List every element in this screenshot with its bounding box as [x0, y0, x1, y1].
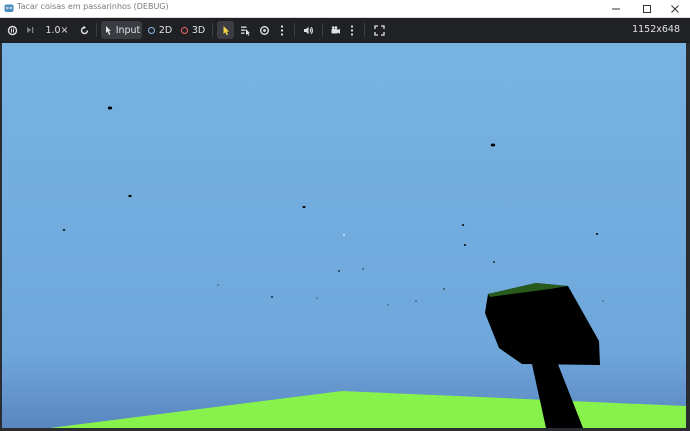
mode-3d-button[interactable]: 3D — [179, 21, 207, 39]
next-frame-button[interactable] — [22, 21, 38, 39]
select-mode-button[interactable] — [217, 21, 234, 39]
camera-override-button[interactable] — [327, 21, 344, 39]
toolbar-separator — [322, 23, 323, 37]
close-icon — [671, 4, 679, 13]
mode-2d-button[interactable]: 2D — [146, 21, 174, 39]
toolbar-separator — [96, 23, 97, 37]
game-debug-toolbar: 1.0× Input 2D 3D 1152x648 — [0, 18, 690, 42]
window-title: Tacar coisas em passarinhos (DEBUG) — [17, 2, 169, 11]
minimize-icon — [612, 8, 620, 9]
suspend-button[interactable] — [4, 21, 20, 39]
bird[interactable] — [362, 268, 364, 270]
bird[interactable] — [387, 304, 389, 306]
more-icon — [350, 24, 354, 36]
bird[interactable] — [62, 229, 66, 231]
input-icon — [105, 25, 111, 35]
bird[interactable] — [107, 106, 113, 110]
bird[interactable] — [338, 270, 340, 272]
crosshair — [343, 234, 345, 236]
toolbar-separator — [212, 23, 213, 37]
list-select-icon — [240, 26, 250, 36]
window-title-bar[interactable]: Tacar coisas em passarinhos (DEBUG) — [0, 0, 690, 18]
bird[interactable] — [316, 297, 318, 299]
reset-speed-icon — [80, 25, 88, 34]
game-viewport[interactable] — [2, 43, 686, 428]
camera-override-icon — [331, 25, 340, 34]
close-button[interactable] — [660, 0, 690, 17]
next-frame-icon — [27, 27, 34, 33]
bird[interactable] — [415, 300, 417, 302]
bird[interactable] — [128, 194, 132, 198]
bird[interactable] — [217, 284, 219, 286]
camera-eye-button[interactable] — [256, 21, 272, 39]
mode-3d-label: 3D — [191, 24, 206, 36]
bird[interactable] — [302, 206, 306, 208]
bird[interactable] — [602, 300, 604, 302]
minimize-button[interactable] — [601, 0, 631, 17]
maximize-button[interactable] — [632, 0, 662, 17]
bird[interactable] — [490, 143, 496, 147]
speed-label: 1.0× — [45, 24, 69, 36]
3d-node-icon — [180, 26, 188, 34]
more-options-button[interactable] — [276, 21, 288, 39]
bird[interactable] — [595, 233, 599, 235]
select-icon — [223, 25, 229, 35]
fullscreen-icon — [374, 24, 385, 36]
audio-button[interactable] — [300, 21, 317, 39]
input-label: Input — [115, 24, 141, 36]
camera-more-button[interactable] — [346, 21, 358, 39]
bird[interactable] — [461, 224, 465, 226]
resolution-readout: 1152x648 — [632, 24, 680, 35]
speed-button[interactable]: 1.0× — [44, 21, 70, 39]
maximize-icon — [643, 4, 651, 13]
camera-eye-icon — [259, 25, 269, 35]
2d-node-icon — [147, 26, 155, 34]
input-toggle-button[interactable]: Input — [101, 21, 142, 39]
reset-speed-button[interactable] — [76, 21, 92, 39]
bird[interactable] — [463, 244, 467, 246]
fullscreen-button[interactable] — [371, 21, 388, 39]
toolbar-separator — [294, 23, 295, 37]
more-icon — [280, 24, 284, 36]
godot-icon — [4, 4, 14, 12]
suspend-icon — [7, 25, 17, 35]
bird[interactable] — [443, 288, 445, 290]
bird[interactable] — [271, 296, 273, 298]
mode-2d-label: 2D — [158, 24, 173, 36]
bird[interactable] — [493, 261, 495, 263]
game-scene — [2, 43, 686, 428]
audio-icon — [304, 26, 313, 34]
viewport-border-right — [686, 43, 690, 428]
toolbar-separator — [364, 23, 365, 37]
list-select-button[interactable] — [237, 21, 253, 39]
